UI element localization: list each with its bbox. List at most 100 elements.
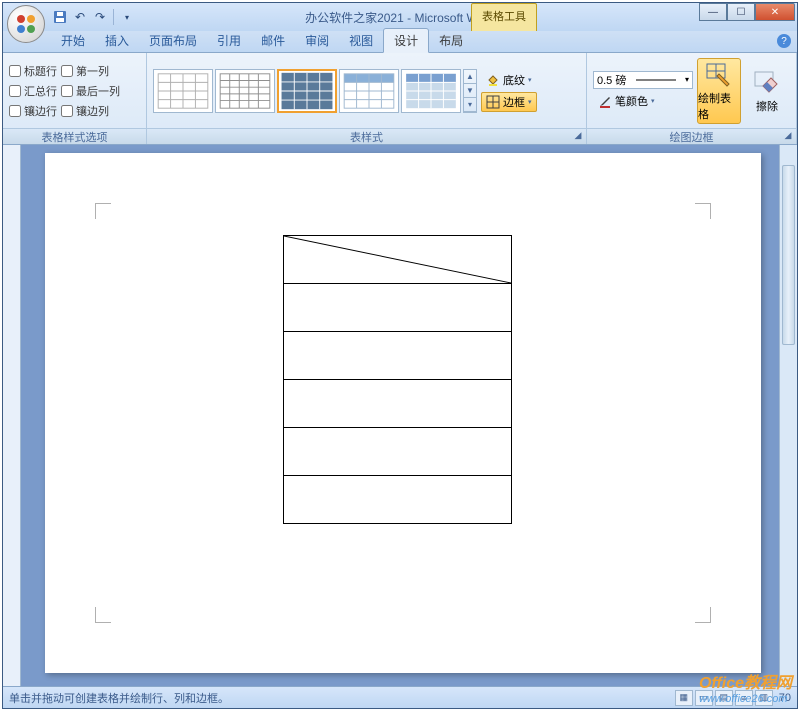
style-thumb-1[interactable]	[153, 69, 213, 113]
tab-view[interactable]: 视图	[339, 29, 383, 52]
tab-mailings[interactable]: 邮件	[251, 29, 295, 52]
qat-customize-icon[interactable]: ▾	[118, 8, 136, 26]
view-outline-icon[interactable]: ≡	[735, 690, 753, 706]
tab-page-layout[interactable]: 页面布局	[139, 29, 207, 52]
vertical-scrollbar[interactable]	[779, 145, 797, 686]
table-cell[interactable]	[284, 236, 512, 284]
dropdown-icon: ▾	[528, 76, 532, 84]
check-label: 汇总行	[24, 83, 57, 99]
pen-icon	[598, 94, 612, 108]
table-cell[interactable]	[284, 476, 512, 524]
title-bar: ↶ ↷ ▾ 办公软件之家2021 - Microsoft Word 表格工具 —…	[3, 3, 797, 31]
tab-review[interactable]: 审阅	[295, 29, 339, 52]
ribbon: 标题行 汇总行 镶边行 第一列 最后一列 镶边列 表格样式选项	[3, 53, 797, 145]
tab-home[interactable]: 开始	[51, 29, 95, 52]
group-table-styles: ▲▼▾ 底纹▾ 边框▾ 表样式◢	[147, 53, 587, 144]
check-total-row[interactable]: 汇总行	[9, 83, 57, 99]
check-banded-rows[interactable]: 镶边行	[9, 103, 57, 119]
document-viewport[interactable]	[21, 145, 779, 686]
table-cell[interactable]	[284, 428, 512, 476]
table-cell[interactable]	[284, 380, 512, 428]
office-button[interactable]	[7, 5, 45, 43]
tab-layout[interactable]: 布局	[429, 29, 473, 52]
pen-color-button[interactable]: 笔颜色▾	[593, 91, 693, 111]
draw-table-button[interactable]: 绘制表格	[697, 58, 741, 124]
style-thumb-4[interactable]	[339, 69, 399, 113]
qat-separator	[113, 9, 114, 25]
group-draw-borders: 0.5 磅 ▾ 笔颜色▾ 绘制表格 擦除	[587, 53, 797, 144]
check-header-row[interactable]: 标题行	[9, 63, 57, 79]
maximize-button[interactable]: ☐	[727, 3, 755, 21]
dropdown-icon: ▾	[651, 97, 655, 105]
button-label: 笔颜色	[615, 93, 648, 109]
table-cell[interactable]	[284, 332, 512, 380]
dropdown-icon: ▾	[685, 75, 689, 84]
vertical-ruler[interactable]	[3, 145, 21, 686]
status-bar: 单击并拖动可创建表格并绘制行、列和边框。 ▦ ▭ ▤ ≡ ▥ 70	[3, 686, 797, 708]
document-area	[3, 145, 797, 686]
style-thumb-5[interactable]	[401, 69, 461, 113]
select-value: 0.5 磅	[597, 72, 626, 88]
check-last-col[interactable]: 最后一列	[61, 83, 120, 99]
group-label: 绘图边框◢	[587, 128, 796, 144]
tab-references[interactable]: 引用	[207, 29, 251, 52]
view-print-layout-icon[interactable]: ▦	[675, 690, 693, 706]
scrollbar-thumb[interactable]	[782, 165, 795, 345]
view-full-screen-icon[interactable]: ▭	[695, 690, 713, 706]
dialog-launcher-icon[interactable]: ◢	[782, 130, 794, 142]
zoom-value[interactable]: 70	[779, 692, 791, 704]
group-label: 表格样式选项	[3, 128, 146, 144]
check-label: 第一列	[76, 63, 109, 79]
shading-button[interactable]: 底纹▾	[481, 70, 537, 90]
check-label: 最后一列	[76, 83, 120, 99]
undo-icon[interactable]: ↶	[71, 8, 89, 26]
group-table-style-options: 标题行 汇总行 镶边行 第一列 最后一列 镶边列 表格样式选项	[3, 53, 147, 144]
style-thumb-3[interactable]	[277, 69, 337, 113]
eraser-button[interactable]: 擦除	[745, 58, 789, 124]
tab-design[interactable]: 设计	[383, 28, 429, 53]
ribbon-tabs: 开始 插入 页面布局 引用 邮件 审阅 视图 设计 布局 ?	[3, 31, 797, 53]
window-controls: — ☐ ✕	[699, 3, 795, 21]
check-label: 镶边列	[76, 103, 109, 119]
quick-access-toolbar: ↶ ↷ ▾	[51, 8, 136, 26]
table-style-gallery: ▲▼▾	[153, 69, 477, 113]
contextual-tab-label: 表格工具	[471, 3, 537, 31]
button-label: 擦除	[756, 98, 778, 114]
button-label: 底纹	[503, 72, 525, 88]
borders-button[interactable]: 边框▾	[481, 92, 537, 112]
view-web-icon[interactable]: ▤	[715, 690, 733, 706]
app-window: ↶ ↷ ▾ 办公软件之家2021 - Microsoft Word 表格工具 —…	[2, 2, 798, 709]
gallery-scroll[interactable]: ▲▼▾	[463, 69, 477, 113]
help-button[interactable]: ?	[777, 34, 791, 48]
minimize-button[interactable]: —	[699, 3, 727, 21]
paint-bucket-icon	[486, 73, 500, 87]
margin-marker-br	[695, 607, 711, 623]
save-icon[interactable]	[51, 8, 69, 26]
redo-icon[interactable]: ↷	[91, 8, 109, 26]
eraser-icon	[753, 68, 781, 96]
status-right: ▦ ▭ ▤ ≡ ▥ 70	[675, 690, 791, 706]
window-title: 办公软件之家2021 - Microsoft Word	[305, 9, 495, 26]
dialog-launcher-icon[interactable]: ◢	[572, 130, 584, 142]
scroll-up-icon[interactable]: ▲	[464, 70, 476, 84]
check-banded-cols[interactable]: 镶边列	[61, 103, 120, 119]
group-label: 表样式◢	[147, 128, 586, 144]
button-label: 绘制表格	[698, 90, 740, 122]
pen-weight-select[interactable]: 0.5 磅 ▾	[593, 71, 693, 89]
document-page	[45, 153, 761, 673]
document-table[interactable]	[283, 235, 512, 524]
dropdown-icon: ▾	[528, 98, 532, 106]
table-cell[interactable]	[284, 284, 512, 332]
gallery-more-icon[interactable]: ▾	[464, 98, 476, 112]
check-first-col[interactable]: 第一列	[61, 63, 120, 79]
margin-marker-bl	[95, 607, 111, 623]
margin-marker-tl	[95, 203, 111, 219]
view-draft-icon[interactable]: ▥	[755, 690, 773, 706]
tab-insert[interactable]: 插入	[95, 29, 139, 52]
style-thumb-2[interactable]	[215, 69, 275, 113]
margin-marker-tr	[695, 203, 711, 219]
scroll-down-icon[interactable]: ▼	[464, 84, 476, 98]
check-label: 标题行	[24, 63, 57, 79]
draw-table-icon	[705, 60, 733, 88]
close-button[interactable]: ✕	[755, 3, 795, 21]
